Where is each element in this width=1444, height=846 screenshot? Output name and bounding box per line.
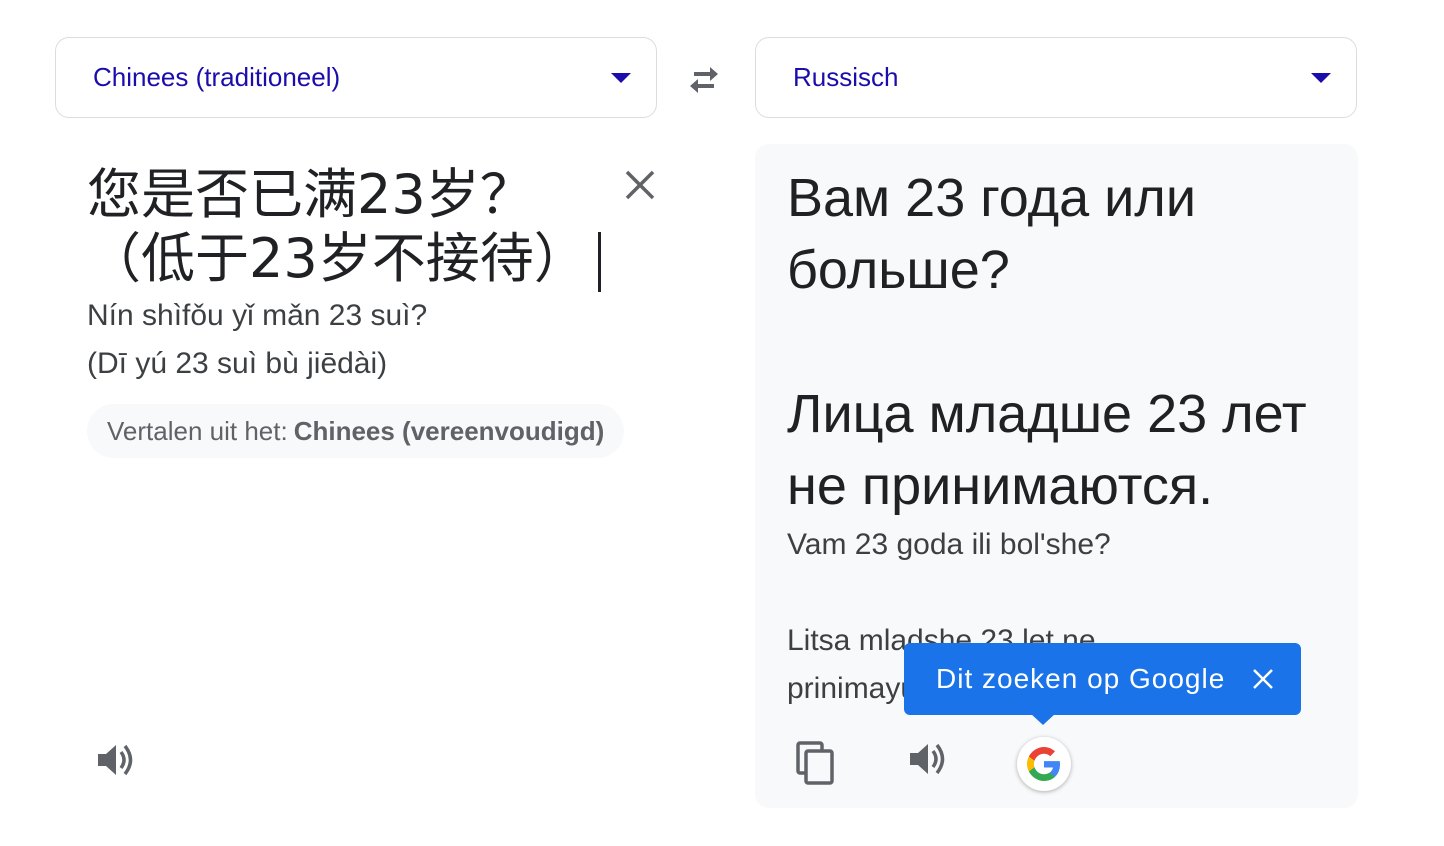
dropdown-arrow-icon: [1311, 72, 1331, 83]
dropdown-arrow-icon: [611, 72, 631, 83]
translation-line: Лица младше 23 лет не принимаются.: [787, 384, 1307, 516]
google-g-icon: [1027, 747, 1060, 781]
source-text-line: 您是否已满23岁？: [87, 163, 534, 226]
source-transliteration-line: Nín shìfǒu yǐ mǎn 23 suì?: [87, 299, 428, 332]
source-language-selector[interactable]: Chinees (traditioneel): [55, 37, 657, 118]
target-transliteration-line: Vam 23 goda ili bol'she?: [787, 528, 1111, 561]
speaker-icon[interactable]: [95, 739, 137, 781]
speaker-icon[interactable]: [907, 738, 949, 780]
source-transliteration-line: (Dī yú 23 suì bù jiēdài): [87, 347, 388, 380]
search-google-tooltip: Dit zoeken op Google: [904, 643, 1301, 715]
swap-icon[interactable]: [684, 60, 724, 100]
tooltip-pointer: [1030, 713, 1056, 725]
detected-language-chip[interactable]: Vertalen uit het: Chinees (vereenvoudigd…: [87, 404, 625, 458]
close-icon[interactable]: [622, 167, 658, 203]
search-google-button[interactable]: [1017, 737, 1071, 791]
source-language-label: Chinees (traditioneel): [93, 62, 341, 92]
copy-icon[interactable]: [796, 741, 836, 785]
target-language-selector[interactable]: Russisch: [755, 37, 1357, 118]
detected-language-prefix: Vertalen uit het:: [107, 415, 288, 446]
text-caret: [597, 232, 601, 293]
target-language-label: Russisch: [793, 62, 899, 92]
source-text-input[interactable]: 您是否已满23岁？ （低于23岁不接待）: [87, 163, 617, 293]
source-transliteration: Nín shìfǒu yǐ mǎn 23 suì? (Dī yú 23 suì …: [87, 292, 427, 388]
detected-language-name: Chinees (vereenvoudigd): [293, 415, 605, 446]
source-text-line: （低于23岁不接待）: [87, 227, 588, 290]
translation-line: Вам 23 года или больше?: [787, 168, 1196, 300]
translation-output: Вам 23 года или больше? Лица младше 23 л…: [787, 162, 1342, 522]
close-icon[interactable]: [1251, 667, 1275, 691]
tooltip-label: Dit zoeken op Google: [936, 663, 1226, 694]
source-panel: 您是否已满23岁？ （低于23岁不接待） Nín shìfǒu yǐ mǎn 2…: [55, 145, 675, 805]
